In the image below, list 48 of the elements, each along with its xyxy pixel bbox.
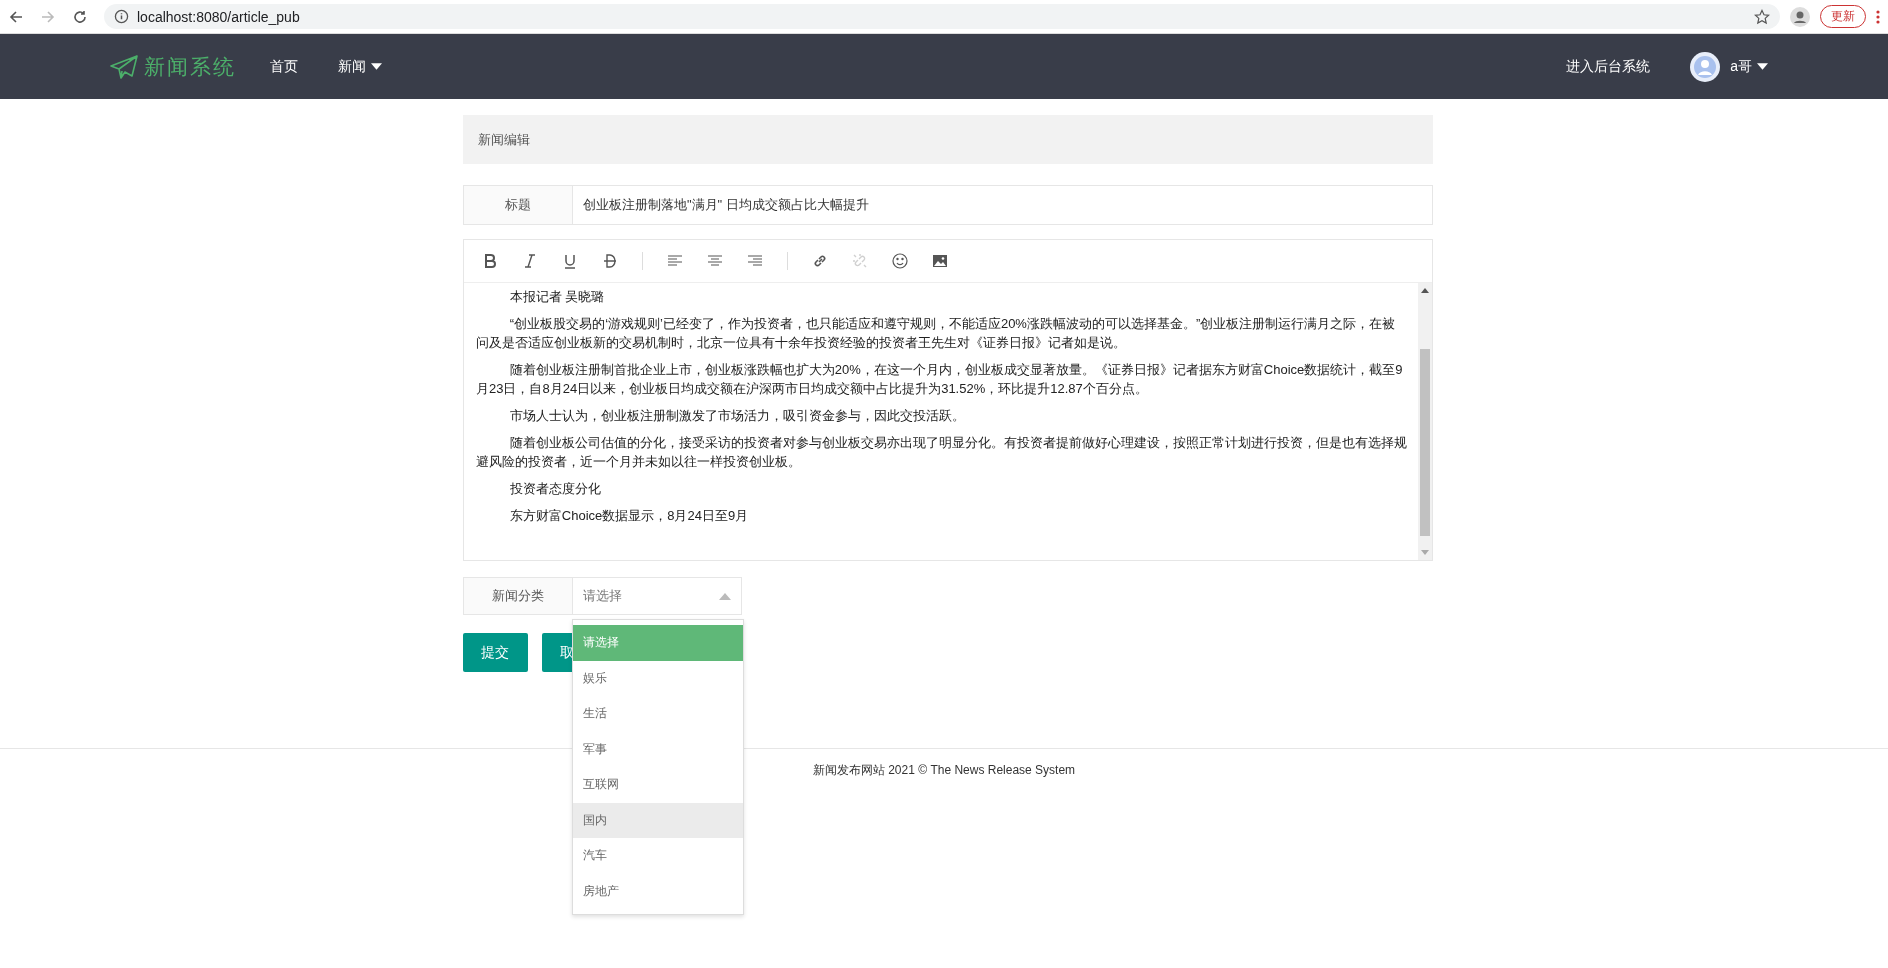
dropdown-option[interactable]: 生活 (573, 696, 743, 732)
title-field[interactable]: 标题 创业板注册制落地"满月" 日均成交额占比大幅提升 (463, 185, 1433, 225)
panel-title: 新闻编辑 (478, 130, 530, 149)
editor-paragraph: 市场人士认为，创业板注册制激发了市场活力，吸引资金参与，因此交投活跃。 (508, 407, 966, 425)
italic-icon[interactable] (522, 253, 538, 269)
form-button[interactable]: 提交 (463, 633, 528, 672)
field-label: 新闻分类 (463, 577, 572, 615)
dropdown-option[interactable]: 国内 (573, 802, 743, 838)
editor-paragraph: 随着创业板公司估值的分化，接受采访的投资者对参与创业板交易亦出现了明显分化。有投资者提前做好心理建设，按照正常计划进行投资，但是也有选择规避风险的投资者，近一个月并未如以往一样投资创业板。 (476, 434, 1408, 471)
update-button[interactable]: 更新 (1820, 5, 1866, 28)
address-bar[interactable]: localhost:8080/article_pub (104, 4, 1780, 29)
field-label: 标题 (464, 186, 573, 224)
category-select[interactable]: 请选择 (572, 577, 742, 615)
dropdown-option[interactable]: 互联网 (573, 767, 743, 803)
image-icon[interactable] (932, 253, 948, 269)
dropdown-option[interactable]: 军事 (573, 731, 743, 767)
footer-text: 新闻发布网站 2021 © The News Release System (812, 762, 1076, 779)
scrollbar[interactable] (1418, 283, 1432, 560)
editor-paragraph: 本报记者 吴晓璐 (508, 288, 606, 306)
admin-link[interactable]: 进入后台系统 (1566, 57, 1651, 76)
menu-icon[interactable] (1876, 8, 1880, 25)
link-icon[interactable] (812, 253, 828, 269)
paper-plane-icon (110, 54, 138, 79)
back-icon[interactable] (8, 8, 24, 25)
caret-icon[interactable] (371, 63, 382, 70)
profile-icon[interactable] (1790, 6, 1810, 27)
user-menu[interactable]: a哥 (1730, 57, 1752, 76)
editor-paragraph: “创业板股交易的‘游戏规则’已经变了，作为投资者，也只能适应和遵守规则，不能适应20%涨跌幅波动的可以选择基金。”创业板注册制运行满月之际，在被问及是否适应创业板新的交易机制时，北京一位具有十余年投资经验的投资者王先生对《证券日报》记者如是说。 (476, 315, 1397, 352)
dropdown-option[interactable]: 娱乐 (573, 660, 743, 696)
caret-icon[interactable] (1757, 63, 1768, 70)
editor-paragraph: 东方财富Choice数据显示，8月24日至9月 (508, 507, 750, 525)
dropdown-option[interactable]: 房地产 (573, 873, 743, 909)
emoji-icon[interactable] (892, 253, 908, 269)
url-text: localhost:8080/article_pub (137, 8, 301, 25)
star-icon[interactable] (1754, 8, 1770, 25)
logo-text[interactable]: 新闻系统 (144, 52, 236, 81)
editor-paragraph: 随着创业板注册制首批企业上市，创业板涨跌幅也扩大为20%，在这一个月内，创业板成交显著放量。《证券日报》记者据东方财富Choice数据统计，截至9月23日，自8月24日以来，创业板日均成交额在沪深两市日均成交额中占比提升为31.52%，环比提升12.87个百分点。 (476, 361, 1404, 398)
scroll-up-icon[interactable] (1421, 287, 1429, 293)
nav-link[interactable]: 首页 (270, 57, 298, 76)
info-icon[interactable] (114, 9, 129, 24)
dropdown-option[interactable]: 汽车 (573, 838, 743, 874)
underline-icon[interactable] (562, 253, 578, 269)
nav-link[interactable]: 新闻 (338, 57, 366, 76)
editor-paragraph: 投资者态度分化 (508, 480, 602, 498)
reload-icon[interactable] (72, 8, 88, 25)
strike-icon[interactable] (602, 253, 618, 269)
bold-icon[interactable] (482, 253, 498, 269)
avatar-icon[interactable] (1690, 51, 1721, 82)
